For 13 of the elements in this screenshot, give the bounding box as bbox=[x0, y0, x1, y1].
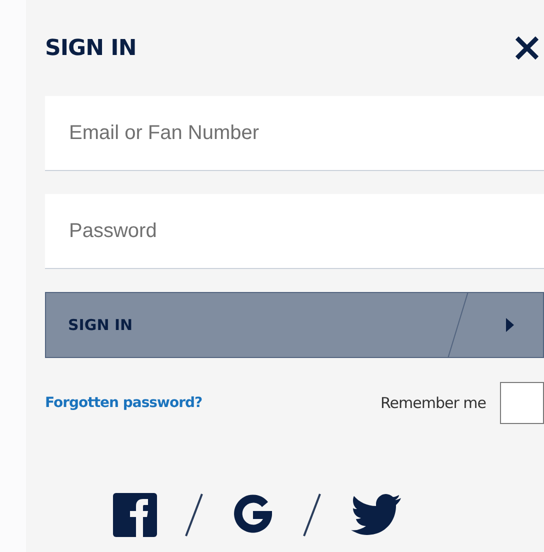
slash-divider bbox=[185, 493, 203, 537]
forgot-password-link[interactable]: Forgotten password? bbox=[45, 395, 202, 411]
slash-divider bbox=[303, 493, 321, 537]
close-icon[interactable] bbox=[514, 35, 540, 61]
bird-icon[interactable] bbox=[349, 493, 403, 537]
remember-me-label: Remember me bbox=[380, 394, 486, 412]
input-field[interactable]: Email or Fan Number bbox=[45, 96, 544, 171]
play-icon bbox=[506, 318, 514, 332]
remember-checkbox[interactable] bbox=[500, 382, 544, 424]
facebook-icon[interactable] bbox=[113, 493, 157, 537]
sign-in-button[interactable]: SIGN IN bbox=[45, 292, 544, 358]
dialog-title: SIGN IN bbox=[45, 36, 136, 60]
input-field[interactable]: Password bbox=[45, 194, 544, 269]
